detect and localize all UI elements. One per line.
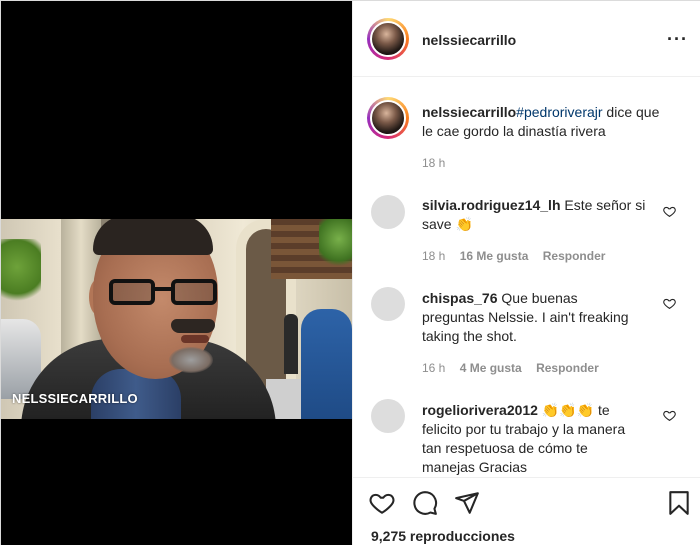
author-avatar[interactable] [367,18,409,60]
caption-username[interactable]: nelssiecarrillo [422,104,516,120]
comment-text: chispas_76 Que buenas preguntas Nelssie.… [422,290,629,344]
caption-time: 18 h [422,156,446,170]
comment-time: 18 h [422,249,446,263]
glasses [109,279,221,305]
comment-likes[interactable]: 16 Me gusta [460,249,529,263]
comment-time: 16 h [422,361,446,375]
comment-icon[interactable] [412,490,438,516]
like-comment-icon[interactable] [663,409,676,422]
comment-username[interactable]: silvia.rodriguez14_lh [422,197,561,213]
view-count[interactable]: 9,275 reproducciones [371,528,515,544]
instagram-post: NELSSIECARRILLO nelssiecarrillo ··· nels… [0,0,700,545]
author-username[interactable]: nelssiecarrillo [422,32,516,48]
comment-likes[interactable]: 4 Me gusta [460,361,522,375]
comment-username[interactable]: rogeliorivera2012 [422,402,538,418]
clap-emoji: 👏 [455,216,473,232]
reply-button[interactable]: Responder [543,249,606,263]
comment-meta: 18 h 16 Me gusta Responder [422,249,616,263]
like-comment-icon[interactable] [663,297,676,310]
video-watermark: NELSSIECARRILLO [12,391,138,406]
post-header: nelssiecarrillo ··· [353,1,700,77]
caption-meta: 18 h [422,156,456,170]
commenter-avatar[interactable] [371,399,405,433]
commenter-avatar[interactable] [371,195,405,229]
post-actions: 9,275 reproducciones [353,477,700,545]
commenter-avatar[interactable] [371,287,405,321]
reply-button[interactable]: Responder [536,361,599,375]
heart-icon[interactable] [369,490,395,516]
hashtag-link[interactable]: #pedroriverajr [516,104,602,120]
video-player[interactable]: NELSSIECARRILLO [1,1,352,545]
post-side-panel: nelssiecarrillo ··· nelssiecarrillo#pedr… [352,1,700,545]
comment-meta: 16 h 4 Me gusta Responder [422,361,610,375]
caption-avatar[interactable] [367,97,409,139]
more-options-icon[interactable]: ··· [667,29,688,50]
send-icon[interactable] [454,490,480,516]
bookmark-icon[interactable] [666,490,692,516]
comment-text: rogeliorivera2012 👏👏👏 te felicito por tu… [422,402,626,475]
clap-emoji: 👏👏👏 [537,402,595,418]
comments-list[interactable]: nelssiecarrillo#pedroriverajr dice que l… [353,77,700,477]
caption-text: nelssiecarrillo#pedroriverajr dice que l… [422,104,660,139]
comment-text: silvia.rodriguez14_lh Este señor si save… [422,197,646,232]
video-frame[interactable]: NELSSIECARRILLO [1,219,352,419]
like-comment-icon[interactable] [663,205,676,218]
comment-username[interactable]: chispas_76 [422,290,498,306]
